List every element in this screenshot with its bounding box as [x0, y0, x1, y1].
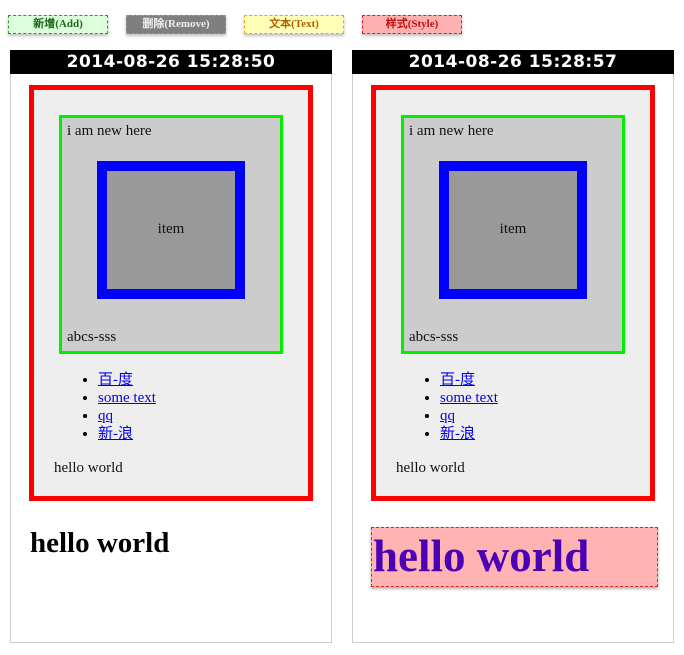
- link-sina[interactable]: 新-浪: [440, 426, 475, 442]
- hello-text-small: hello world: [396, 460, 465, 476]
- list-item: 新-浪: [98, 425, 156, 443]
- list-item: some text: [440, 389, 498, 407]
- list-item: 百-度: [440, 371, 498, 389]
- link-baidu[interactable]: 百-度: [440, 372, 475, 388]
- item-box: item: [97, 161, 245, 299]
- footer-text: abcs-sss: [67, 329, 117, 345]
- style-button[interactable]: 样式(Style): [362, 15, 462, 34]
- link-qq[interactable]: qq: [440, 408, 455, 424]
- panel-after: 2014-08-26 15:28:57 i am new here item a…: [352, 50, 674, 643]
- timestamp-header: 2014-08-26 15:28:50: [10, 50, 332, 74]
- link-baidu[interactable]: 百-度: [98, 372, 133, 388]
- footer-text: abcs-sss: [409, 329, 459, 345]
- new-text: i am new here: [67, 123, 152, 139]
- styled-hello-box: hello world: [371, 527, 658, 587]
- green-container: i am new here item abcs-sss: [401, 115, 625, 354]
- hello-text-small: hello world: [54, 460, 123, 476]
- panel-before: 2014-08-26 15:28:50 i am new here item a…: [10, 50, 332, 643]
- add-button[interactable]: 新增(Add): [8, 15, 108, 34]
- list-item: some text: [98, 389, 156, 407]
- new-text: i am new here: [409, 123, 494, 139]
- hello-heading-styled: hello world: [373, 531, 590, 581]
- green-container: i am new here item abcs-sss: [59, 115, 283, 354]
- outer-container: i am new here item abcs-sss 百-度 some tex…: [29, 85, 313, 501]
- item-label: item: [157, 221, 185, 237]
- link-sina[interactable]: 新-浪: [98, 426, 133, 442]
- item-label: item: [499, 221, 527, 237]
- remove-button[interactable]: 删除(Remove): [126, 15, 226, 34]
- list-item: qq: [440, 407, 498, 425]
- link-list: 百-度 some text qq 新-浪: [419, 371, 498, 443]
- item-box: item: [439, 161, 587, 299]
- list-item: 新-浪: [440, 425, 498, 443]
- text-button[interactable]: 文本(Text): [244, 15, 344, 34]
- timestamp-header: 2014-08-26 15:28:57: [352, 50, 674, 74]
- list-item: 百-度: [98, 371, 156, 389]
- list-item: qq: [98, 407, 156, 425]
- link-some-text[interactable]: some text: [98, 390, 156, 406]
- link-some-text[interactable]: some text: [440, 390, 498, 406]
- hello-heading: hello world: [30, 527, 170, 559]
- link-list: 百-度 some text qq 新-浪: [77, 371, 156, 443]
- link-qq[interactable]: qq: [98, 408, 113, 424]
- outer-container: i am new here item abcs-sss 百-度 some tex…: [371, 85, 655, 501]
